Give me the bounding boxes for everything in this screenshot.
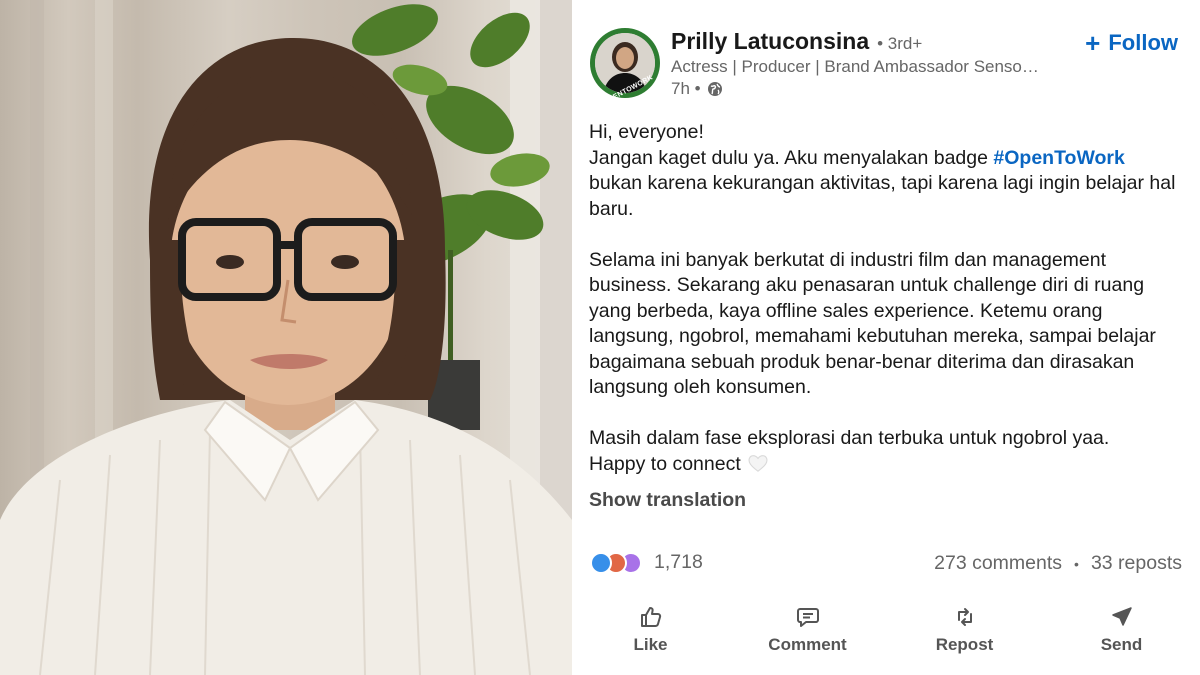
- white-heart-icon: [748, 454, 768, 472]
- reposts-count[interactable]: 33 reposts: [1091, 552, 1182, 575]
- video-still: [0, 0, 572, 675]
- like-button[interactable]: Like: [572, 600, 729, 660]
- follow-label: Follow: [1108, 30, 1178, 55]
- comments-count[interactable]: 273 comments: [934, 552, 1062, 575]
- thumbs-up-icon: [640, 607, 661, 627]
- post-paragraph-1: Jangan kaget dulu ya. Aku menyalakan bad…: [589, 146, 1179, 223]
- send-button[interactable]: Send: [1043, 600, 1200, 660]
- comment-label: Comment: [768, 635, 847, 654]
- author-name[interactable]: Prilly Latuconsina: [671, 28, 869, 55]
- comment-button[interactable]: Comment: [729, 600, 886, 660]
- follow-button[interactable]: + Follow: [1085, 30, 1178, 56]
- author-avatar[interactable]: #OPENTOWORK: [590, 28, 660, 98]
- like-reaction-icon: [590, 551, 612, 574]
- reaction-count: 1,718: [654, 551, 703, 573]
- author-headline: Actress | Producer | Brand Ambassador Se…: [671, 57, 1039, 76]
- post-paragraph-2: Selama ini banyak berkutat di industri f…: [589, 248, 1156, 399]
- globe-icon: [707, 82, 722, 96]
- post-time: 7h •: [671, 79, 701, 98]
- hashtag-link[interactable]: #OpenToWork: [993, 147, 1124, 169]
- repost-icon: [957, 608, 972, 626]
- post-greeting: Hi, everyone!: [589, 121, 704, 143]
- comment-icon: [796, 608, 819, 627]
- linkedin-post: #OPENTOWORK Prilly Latuconsina • 3rd+ Ac…: [572, 0, 1200, 675]
- show-translation-link[interactable]: Show translation: [589, 489, 746, 512]
- plus-icon: +: [1085, 28, 1101, 58]
- social-counts: 273 comments • 33 reposts: [934, 552, 1182, 575]
- woman-portrait-image: [0, 0, 572, 675]
- post-timestamp: 7h •: [671, 79, 723, 99]
- post-text: Jangan kaget dulu ya. Aku menyalakan bad…: [589, 146, 994, 169]
- post-action-bar: Like Comment Repost Send: [572, 600, 1200, 660]
- like-label: Like: [633, 635, 668, 654]
- send-icon: [1111, 607, 1132, 626]
- post-text: bukan karena kekurangan aktivitas, tapi …: [589, 172, 1176, 220]
- post-body: Hi, everyone! Jangan kaget dulu ya. Aku …: [589, 120, 1179, 477]
- send-label: Send: [1100, 635, 1143, 654]
- connection-degree: • 3rd+: [877, 34, 923, 53]
- reactions-summary[interactable]: 1,718: [590, 551, 703, 574]
- repost-label: Repost: [935, 635, 994, 654]
- post-paragraph-3: Masih dalam fase eksplorasi dan terbuka …: [589, 427, 1110, 449]
- post-paragraph-4: Happy to connect: [589, 452, 1179, 478]
- author-name-row: Prilly Latuconsina • 3rd+: [671, 28, 922, 55]
- repost-button[interactable]: Repost: [886, 600, 1043, 660]
- post-text: Happy to connect: [589, 452, 741, 475]
